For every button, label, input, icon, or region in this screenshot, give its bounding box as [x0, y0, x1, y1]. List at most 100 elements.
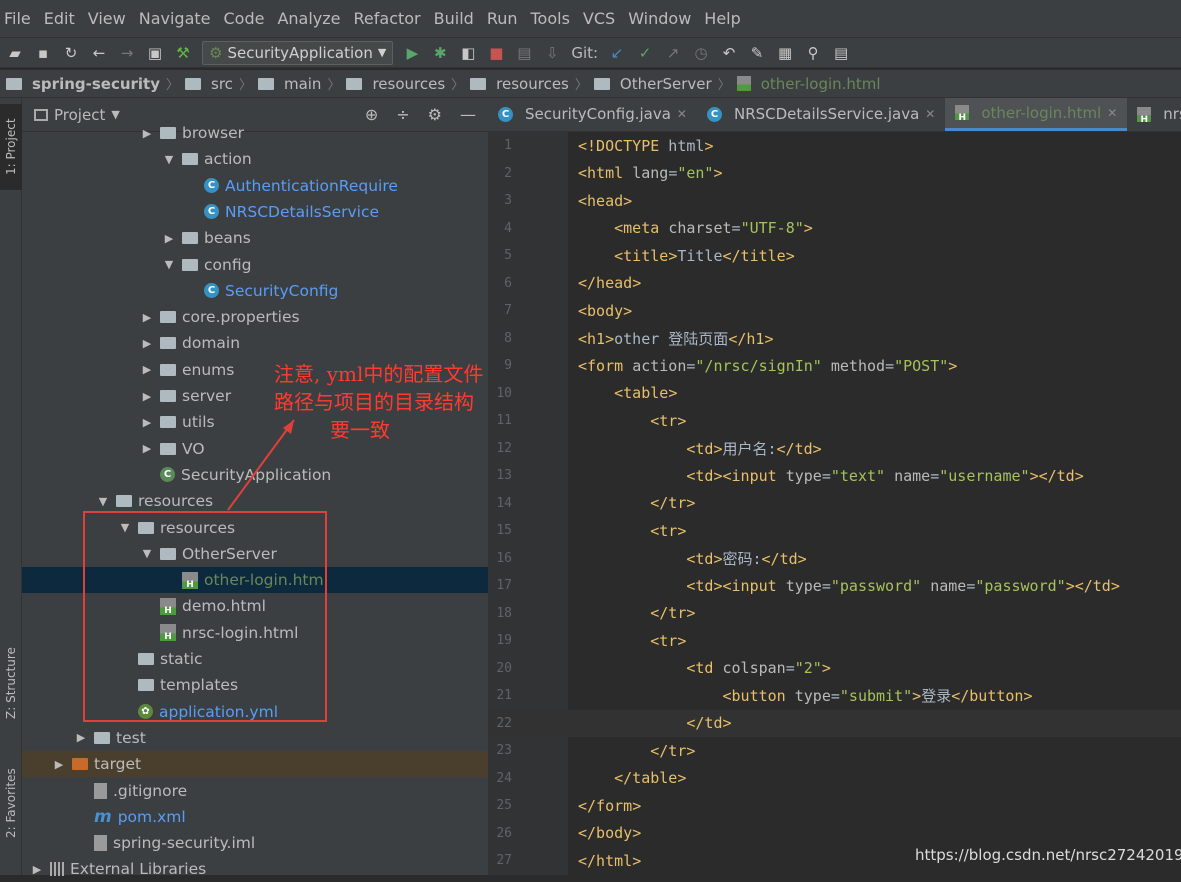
tree-item-external-libraries[interactable]: ▶ External Libraries [22, 856, 488, 882]
menu-tools[interactable]: Tools [531, 9, 570, 28]
breadcrumb-item[interactable]: src [185, 75, 233, 93]
code-line[interactable]: 23 </tr> [488, 737, 1181, 765]
terminal-icon[interactable]: ▤ [832, 44, 850, 62]
tree-item-domain[interactable]: ▶ domain [22, 330, 488, 356]
run-configuration-select[interactable]: ⚙ SecurityApplication ▼ [202, 40, 394, 65]
chevron-right-icon[interactable]: ▶ [140, 416, 154, 429]
chevron-right-icon[interactable]: ▶ [140, 442, 154, 455]
breadcrumb-item[interactable]: resources [470, 75, 569, 93]
chevron-right-icon[interactable]: ▶ [162, 232, 176, 245]
close-icon[interactable]: ✕ [925, 107, 935, 121]
code-line[interactable]: 25 </form> [488, 792, 1181, 820]
forward-icon[interactable]: → [118, 44, 136, 62]
tree-item-pom-xml[interactable]: m pom.xml [22, 804, 488, 830]
favorites-tool-tab[interactable]: 2: Favorites [0, 753, 22, 853]
git-update-icon[interactable]: ↙ [608, 44, 626, 62]
menu-vcs[interactable]: VCS [583, 9, 615, 28]
breadcrumb-item[interactable]: OtherServer [593, 75, 712, 93]
tree-item-authenticationrequire[interactable]: C AuthenticationRequire [22, 173, 488, 199]
code-line[interactable]: 13 <td><input type="text" name="username… [488, 462, 1181, 490]
tree-item-browser[interactable]: ▶ browser [22, 120, 488, 146]
code-line[interactable]: 19 <tr> [488, 627, 1181, 655]
menu-refactor[interactable]: Refactor [354, 9, 421, 28]
debug-icon[interactable]: ✱ [431, 44, 449, 62]
code-line[interactable]: 2 <html lang="en"> [488, 160, 1181, 188]
menu-help[interactable]: Help [704, 9, 740, 28]
save-icon[interactable]: ▪ [34, 44, 52, 62]
stop-icon[interactable]: ■ [487, 44, 505, 62]
chevron-right-icon[interactable]: ▶ [74, 731, 88, 744]
code-line[interactable]: 20 <td colspan="2"> [488, 655, 1181, 683]
menu-navigate[interactable]: Navigate [139, 9, 211, 28]
code-line[interactable]: 24 </table> [488, 765, 1181, 793]
tree-item-action[interactable]: ▼ action [22, 146, 488, 172]
tree-item-securityapplication[interactable]: C SecurityApplication [22, 462, 488, 488]
tree-item-test[interactable]: ▶ test [22, 725, 488, 751]
chevron-right-icon[interactable]: ▶ [140, 311, 154, 324]
code-line[interactable]: 1 <!DOCTYPE html> [488, 132, 1181, 160]
code-line[interactable]: 7 <body> [488, 297, 1181, 325]
code-line[interactable]: 4 <meta charset="UTF-8"> [488, 215, 1181, 243]
git-commit-icon[interactable]: ✓ [636, 44, 654, 62]
download-icon[interactable]: ⇩ [543, 44, 561, 62]
tree-item-config[interactable]: ▼ config [22, 252, 488, 278]
chevron-down-icon[interactable]: ▼ [162, 153, 176, 166]
editor-tab[interactable]: Hnrsc-l [1127, 98, 1181, 131]
code-line[interactable]: 3 <head> [488, 187, 1181, 215]
menu-code[interactable]: Code [224, 9, 265, 28]
tree-item-spring-security-iml[interactable]: spring-security.iml [22, 830, 488, 856]
menu-view[interactable]: View [88, 9, 126, 28]
menu-edit[interactable]: Edit [44, 9, 75, 28]
code-line[interactable]: 21 <button type="submit">登录</button> [488, 682, 1181, 710]
code-line[interactable]: 14 </tr> [488, 490, 1181, 518]
code-line[interactable]: 8 <h1>other 登陆页面</h1> [488, 325, 1181, 353]
chevron-right-icon[interactable]: ▶ [140, 363, 154, 376]
run-icon[interactable]: ▶ [403, 44, 421, 62]
project-tool-tab[interactable]: 1: Project [0, 104, 22, 190]
code-line[interactable]: 18 </tr> [488, 600, 1181, 628]
coverage-icon[interactable]: ◧ [459, 44, 477, 62]
menu-file[interactable]: File [4, 9, 31, 28]
tree-item-nrscdetailsservice[interactable]: C NRSCDetailsService [22, 199, 488, 225]
code-line[interactable]: 17 <td><input type="password" name="pass… [488, 572, 1181, 600]
chevron-right-icon[interactable]: ▶ [140, 337, 154, 350]
breadcrumb-item[interactable]: other-login.html [736, 75, 881, 93]
chevron-right-icon[interactable]: ▶ [140, 127, 154, 140]
chevron-right-icon[interactable]: ▶ [30, 863, 44, 876]
back-icon[interactable]: ← [90, 44, 108, 62]
project-structure-icon[interactable]: ▦ [776, 44, 794, 62]
menu-analyze[interactable]: Analyze [277, 9, 340, 28]
tree-item-securityconfig[interactable]: C SecurityConfig [22, 278, 488, 304]
build-hammer-icon[interactable]: ⚒ [174, 44, 192, 62]
close-icon[interactable]: ✕ [1107, 106, 1117, 120]
code-line[interactable]: 9 <form action="/nrsc/signIn" method="POS… [488, 352, 1181, 380]
tree-item-target[interactable]: ▶ target [22, 751, 488, 778]
chevron-right-icon[interactable]: ▶ [140, 390, 154, 403]
breadcrumb-item[interactable]: spring-security [6, 75, 160, 93]
code-line[interactable]: 15 <tr> [488, 517, 1181, 545]
code-line[interactable]: 11 <tr> [488, 407, 1181, 435]
code-line[interactable]: 10 <table> [488, 380, 1181, 408]
git-compare-icon[interactable]: ↗ [664, 44, 682, 62]
editor-tab[interactable]: C NRSCDetailsService.java ✕ [697, 98, 945, 131]
history-icon[interactable]: ◷ [692, 44, 710, 62]
chevron-down-icon[interactable]: ▼ [96, 495, 110, 508]
code-line[interactable]: 26 </body> [488, 820, 1181, 848]
tree-item--gitignore[interactable]: .gitignore [22, 778, 488, 804]
editor-tab[interactable]: Hother-login.html ✕ [945, 98, 1128, 131]
close-icon[interactable]: ✕ [677, 107, 687, 121]
revert-icon[interactable]: ↶ [720, 44, 738, 62]
menu-build[interactable]: Build [434, 9, 474, 28]
menu-window[interactable]: Window [628, 9, 691, 28]
settings-wrench-icon[interactable]: ✎ [748, 44, 766, 62]
chevron-right-icon[interactable]: ▶ [52, 758, 66, 771]
code-line[interactable]: 12 <td>用户名:</td> [488, 435, 1181, 463]
editor-tab[interactable]: C SecurityConfig.java ✕ [488, 98, 697, 131]
code-line[interactable]: 5 <title>Title</title> [488, 242, 1181, 270]
search-icon[interactable]: ⚲ [804, 44, 822, 62]
structure-tool-tab[interactable]: Z: Structure [0, 628, 22, 738]
sync-icon[interactable]: ↻ [62, 44, 80, 62]
menu-run[interactable]: Run [487, 9, 518, 28]
tree-item-beans[interactable]: ▶ beans [22, 225, 488, 251]
breadcrumb-item[interactable]: resources [346, 75, 445, 93]
